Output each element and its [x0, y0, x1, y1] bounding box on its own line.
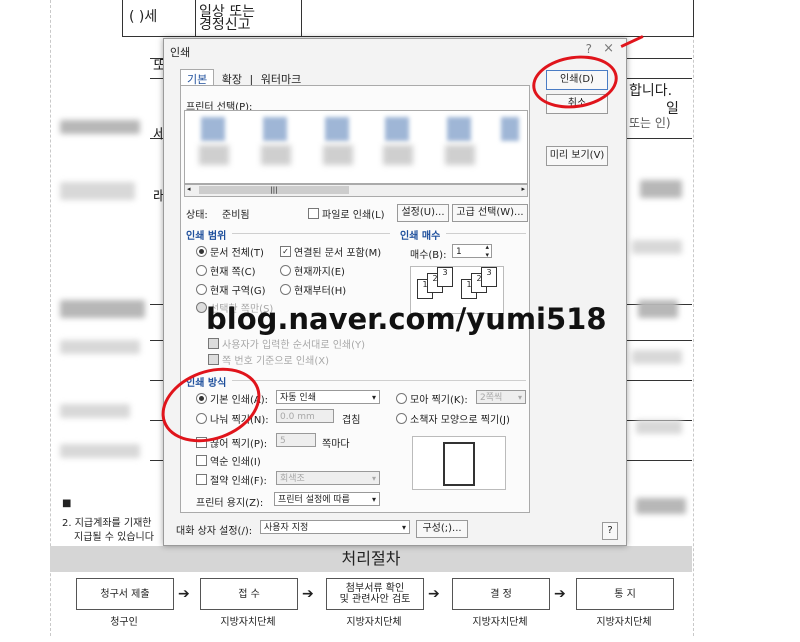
dialog-title: 인쇄: [170, 46, 191, 59]
method-split-input[interactable]: 0.0 mm: [276, 409, 334, 423]
help-icon[interactable]: ?: [586, 42, 592, 56]
help-button[interactable]: ?: [602, 522, 618, 540]
doc-right-text-1: 합니다.: [629, 83, 673, 99]
method-repeat-input[interactable]: 5: [276, 433, 316, 447]
page-preview: [412, 436, 506, 490]
method-save-checkbox[interactable]: 절약 인쇄(F):: [196, 472, 267, 487]
process-label-2: 지방자치단체: [220, 617, 276, 628]
process-step-3: 첨부서류 확인 및 관련사안 검토: [326, 578, 424, 610]
tab-bar: 기본 확장 | 워터마크: [180, 69, 305, 88]
compose-button[interactable]: 구성(;)...: [416, 520, 468, 538]
copies-stepper[interactable]: 1 ▴ ▾: [452, 243, 492, 259]
top-cell-paren: ( )세: [129, 9, 158, 25]
method-reverse-checkbox[interactable]: 역순 인쇄(I): [196, 453, 261, 468]
process-step-5: 통 지: [576, 578, 674, 610]
method-save-select[interactable]: 회색조: [276, 471, 380, 486]
process-label-4: 지방자치단체: [472, 617, 528, 628]
range-group-title: 인쇄 범위: [186, 231, 227, 242]
advanced-button[interactable]: 고급 선택(W)...: [452, 204, 528, 222]
printer-list[interactable]: [184, 110, 528, 184]
method-booklet-radio[interactable]: 소책자 모양으로 찍기(J): [396, 411, 510, 426]
method-multi-select[interactable]: 2쪽씩: [476, 390, 526, 405]
process-arrow-3: ➔: [428, 586, 440, 602]
printer-icon[interactable]: [325, 117, 349, 141]
close-icon[interactable]: ×: [603, 41, 614, 56]
bottom-note-bullet: ■: [62, 498, 72, 509]
scroll-left-icon[interactable]: ◂: [187, 185, 191, 193]
range-linked-checkbox[interactable]: ✓ 연결된 문서 포함(M): [280, 244, 381, 259]
print-to-file-checkbox[interactable]: 파일로 인쇄(L): [308, 206, 385, 221]
method-default-select[interactable]: 자동 인쇄: [276, 390, 380, 405]
printer-icon[interactable]: [201, 117, 225, 141]
copies-group-title: 인쇄 매수: [400, 231, 441, 242]
document-top-table: ( )세 일상 또는 경정신고: [122, 0, 694, 37]
copies-label: 매수(B):: [410, 250, 447, 261]
dialog-setting-label: 대화 상자 설정(/):: [176, 526, 253, 537]
doc-right-text-3: 또는 인): [629, 116, 671, 130]
scroll-right-icon[interactable]: ▸: [521, 185, 525, 193]
process-arrow-2: ➔: [302, 586, 314, 602]
process-step-2: 접 수: [200, 578, 298, 610]
paper-label: 프린터 용지(Z):: [196, 498, 264, 509]
printer-icon[interactable]: [501, 117, 519, 141]
method-split-suffix: 겹침: [342, 415, 361, 426]
range-page-number-checkbox[interactable]: 쪽 번호 기준으로 인쇄(X): [208, 352, 329, 367]
process-title: 처리절차: [50, 546, 692, 572]
process-arrow-4: ➔: [554, 586, 566, 602]
process-step-1: 청구서 제출: [76, 578, 174, 610]
process-label-3: 지방자치단체: [346, 617, 402, 628]
printer-list-scrollbar[interactable]: ||| ◂ ▸: [184, 184, 528, 197]
printer-icon[interactable]: [385, 117, 409, 141]
printer-icon[interactable]: [447, 117, 471, 141]
top-cell-label: 일상 또는 경정신고: [199, 4, 255, 33]
dialog-setting-select[interactable]: 사용자 지정: [260, 520, 410, 535]
range-current-section-radio[interactable]: 현재 구역(G): [196, 282, 266, 297]
bottom-note-2: 지급될 수 있습니다: [74, 532, 154, 543]
range-current-page-radio[interactable]: 현재 쪽(C): [196, 263, 256, 278]
settings-button[interactable]: 설정(U)...: [397, 204, 449, 222]
paper-select[interactable]: 프린터 설정에 따름: [274, 492, 380, 507]
range-custom-order-checkbox[interactable]: 사용자가 입력한 순서대로 인쇄(Y): [208, 336, 365, 351]
process-label-5: 지방자치단체: [596, 617, 652, 628]
preview-button[interactable]: 미리 보기(V): [546, 146, 608, 166]
method-multi-page-radio[interactable]: 모아 찍기(K):: [396, 391, 468, 406]
blog-watermark: blog.naver.com/yumi518: [206, 302, 607, 336]
printer-icon[interactable]: [263, 117, 287, 141]
range-all-radio[interactable]: 문서 전체(T): [196, 244, 264, 259]
process-step-4: 결 정: [452, 578, 550, 610]
method-repeat-suffix: 쪽마다: [322, 439, 350, 450]
range-to-current-radio[interactable]: 현재까지(E): [280, 263, 345, 278]
process-arrow-1: ➔: [178, 586, 190, 602]
scroll-thumb[interactable]: |||: [199, 186, 349, 194]
status-label: 상태:: [186, 210, 208, 221]
range-from-current-radio[interactable]: 현재부터(H): [280, 282, 346, 297]
process-label-1: 청구인: [110, 617, 138, 628]
bottom-note-1: 2. 지급계좌를 기재한: [62, 518, 152, 529]
status-value: 준비됨: [222, 210, 250, 221]
